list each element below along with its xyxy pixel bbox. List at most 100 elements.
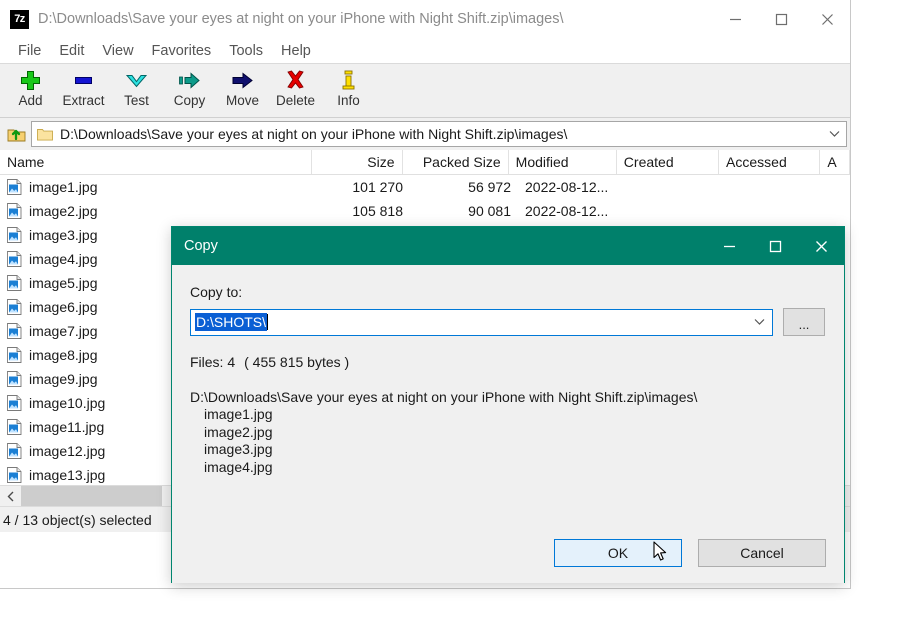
minimize-icon[interactable] (706, 227, 752, 265)
scrollbar-thumb[interactable] (21, 486, 162, 506)
dialog-file-list: image1.jpg image2.jpg image3.jpg image4.jpg (190, 406, 826, 475)
source-path: D:\Downloads\Save your eyes at night on … (190, 389, 698, 405)
chevron-down-icon[interactable] (746, 318, 772, 326)
dialog-file-item: image1.jpg (204, 406, 273, 422)
cancel-button[interactable]: Cancel (698, 539, 826, 567)
table-row[interactable]: image1.jpg 101 270 56 972 2022-08-12... (0, 175, 850, 199)
toolbar-button-move[interactable]: Move (216, 64, 269, 116)
up-folder-icon[interactable] (3, 121, 29, 147)
file-name-label: image11.jpg (29, 419, 105, 435)
file-name-label: image12.jpg (29, 443, 106, 459)
menu-item-favorites[interactable]: Favorites (143, 40, 221, 62)
dialog-file-item: image2.jpg (204, 423, 273, 440)
toolbar-button-delete[interactable]: Delete (269, 64, 322, 116)
dialog-file-item: image4.jpg (204, 458, 273, 475)
maximize-icon[interactable] (752, 227, 798, 265)
jpg-file-icon (7, 395, 22, 411)
jpg-file-icon (7, 347, 22, 363)
jpg-file-icon (7, 275, 22, 291)
column-header-accessed[interactable]: Accessed (719, 150, 821, 174)
toolbar-button-add[interactable]: Add (4, 64, 57, 116)
jpg-file-icon (7, 179, 22, 195)
file-name-label: image8.jpg (29, 347, 98, 363)
file-name-label: image9.jpg (29, 371, 98, 387)
plus-icon (20, 69, 41, 92)
column-header-attributes[interactable]: A (820, 150, 850, 174)
file-modified-cell: 2022-08-12... (525, 179, 609, 195)
copy-to-value: D:\SHOTS\ (195, 313, 268, 331)
dialog-file-item: image3.jpg (204, 441, 273, 457)
toolbar-label-add: Add (18, 93, 43, 108)
file-packed-size-cell: 90 081 (468, 203, 511, 219)
menu-item-file[interactable]: File (9, 40, 50, 62)
jpg-file-icon (7, 371, 22, 387)
files-count: Files: 4 (190, 354, 236, 370)
file-modified-cell: 2022-08-12... (525, 203, 609, 219)
file-name-label: image2.jpg (29, 203, 98, 219)
window-titlebar: 7z D:\Downloads\Save your eyes at night … (0, 0, 850, 38)
file-name-cell[interactable]: image1.jpg (0, 179, 318, 195)
close-icon[interactable] (798, 227, 844, 265)
jpg-file-icon (7, 443, 22, 459)
close-icon[interactable] (804, 0, 850, 38)
address-combobox[interactable]: D:\Downloads\Save your eyes at night on … (31, 121, 847, 147)
file-size-cell: 105 818 (352, 203, 403, 219)
file-name-label: image3.jpg (29, 227, 98, 243)
dialog-window-controls (706, 227, 844, 265)
menu-item-view[interactable]: View (93, 40, 142, 62)
jpg-file-icon (7, 323, 22, 339)
file-name-cell[interactable]: image2.jpg (0, 203, 318, 219)
column-header-size[interactable]: Size (312, 150, 403, 174)
jpg-file-icon (7, 299, 22, 315)
ok-button[interactable]: OK (554, 539, 682, 567)
column-header-created[interactable]: Created (617, 150, 720, 174)
toolbar-button-copy[interactable]: Copy (163, 64, 216, 116)
file-size-cell: 101 270 (352, 179, 403, 195)
toolbar-label-copy: Copy (173, 93, 206, 108)
browse-button[interactable]: ... (783, 308, 825, 336)
table-row[interactable]: image2.jpg 105 818 90 081 2022-08-12... (0, 199, 850, 223)
file-packed-size-cell: 56 972 (468, 179, 511, 195)
toolbar-label-test: Test (124, 93, 149, 108)
toolbar-button-test[interactable]: Test (110, 64, 163, 116)
jpg-file-icon (7, 251, 22, 267)
menubar: File Edit View Favorites Tools Help (0, 38, 850, 64)
file-name-label: image13.jpg (29, 467, 106, 483)
toolbar-button-info[interactable]: Info (322, 64, 375, 116)
move-arrow-icon (231, 69, 254, 92)
info-icon (341, 69, 356, 92)
address-path-text: D:\Downloads\Save your eyes at night on … (60, 126, 568, 142)
minimize-icon[interactable] (712, 0, 758, 38)
files-bytes: ( 455 815 bytes ) (244, 354, 350, 370)
address-bar: D:\Downloads\Save your eyes at night on … (0, 118, 850, 150)
window-title: D:\Downloads\Save your eyes at night on … (38, 11, 564, 27)
toolbar-label-delete: Delete (275, 93, 316, 108)
text-cursor (267, 314, 269, 330)
copy-to-input[interactable]: D:\SHOTS\ (190, 308, 773, 336)
column-header-packed-size[interactable]: Packed Size (403, 150, 509, 174)
jpg-file-icon (7, 227, 22, 243)
copy-dialog: Copy Copy to: D:\SHOTS\ ... Files: 4 (4… (171, 226, 845, 583)
file-list-header: Name Size Packed Size Modified Created A… (0, 150, 850, 175)
chevron-left-icon[interactable] (0, 486, 21, 506)
file-name-label: image10.jpg (29, 395, 106, 411)
toolbar-label-move: Move (225, 93, 259, 108)
dialog-buttons: OK Cancel (554, 539, 826, 567)
chevron-down-icon[interactable] (824, 130, 844, 138)
menu-item-edit[interactable]: Edit (50, 40, 93, 62)
menu-item-help[interactable]: Help (272, 40, 320, 62)
file-name-label: image1.jpg (29, 179, 98, 195)
app-logo-icon: 7z (10, 9, 29, 29)
file-name-label: image6.jpg (29, 299, 98, 315)
copy-arrow-icon (178, 69, 201, 92)
folder-icon (37, 127, 53, 141)
toolbar-label-info: Info (337, 93, 360, 108)
menu-item-tools[interactable]: Tools (220, 40, 272, 62)
status-text: 4 / 13 object(s) selected (3, 511, 152, 528)
toolbar-button-extract[interactable]: Extract (57, 64, 110, 116)
copy-to-row: D:\SHOTS\ ... (190, 308, 826, 336)
dialog-titlebar: Copy (172, 227, 844, 265)
column-header-modified[interactable]: Modified (509, 150, 617, 174)
maximize-icon[interactable] (758, 0, 804, 38)
column-header-name[interactable]: Name (0, 150, 313, 174)
